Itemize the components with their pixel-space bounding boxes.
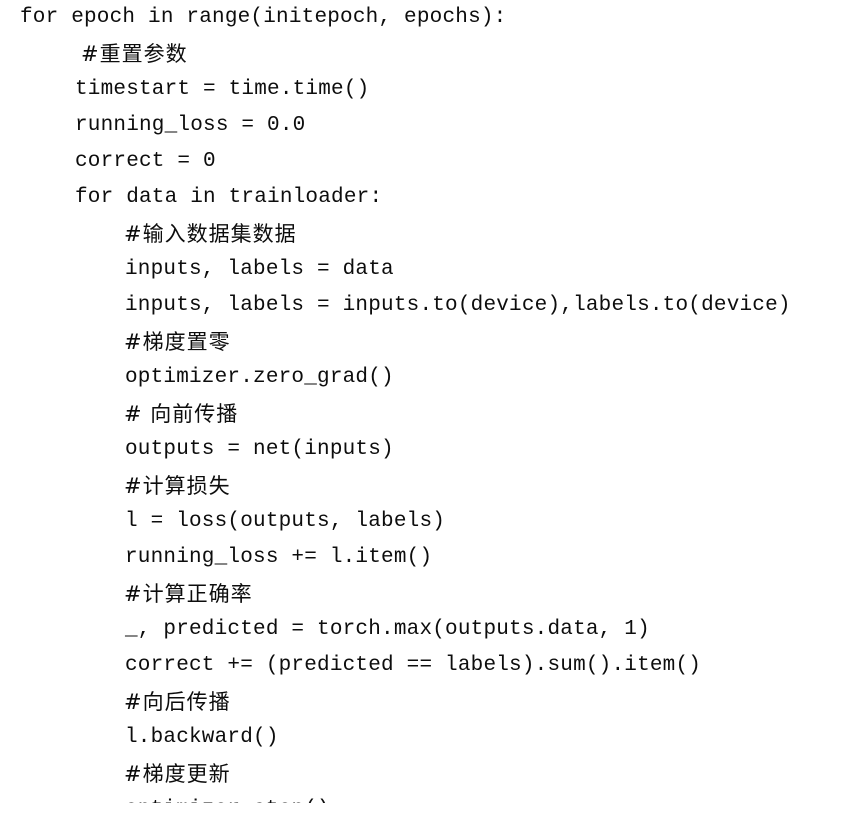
code-comment-line: #重置参数 <box>81 42 188 66</box>
code-comment-line: #向后传播 <box>124 690 231 714</box>
code-line: running_loss = 0.0 <box>75 114 306 137</box>
code-block: for epoch in range(initepoch, epochs): #重… <box>0 0 854 803</box>
code-comment-line: #计算正确率 <box>124 582 253 606</box>
code-comment-line: #梯度更新 <box>124 762 231 786</box>
code-comment-line: #梯度置零 <box>124 330 231 354</box>
code-line: inputs, labels = data <box>125 258 394 281</box>
code-line: optimizer.zero_grad() <box>125 366 394 389</box>
code-line: timestart = time.time() <box>75 78 370 101</box>
code-line: running_loss += l.item() <box>125 546 433 569</box>
code-comment-line: # 向前传播 <box>124 402 239 426</box>
code-line: for epoch in range(initepoch, epochs): <box>20 6 507 29</box>
code-line: l.backward() <box>125 726 279 749</box>
code-snippet-figure: for epoch in range(initepoch, epochs): #重… <box>0 0 854 817</box>
code-line: outputs = net(inputs) <box>125 438 394 461</box>
code-line: inputs, labels = inputs.to(device),label… <box>125 294 791 317</box>
code-line: _, predicted = torch.max(outputs.data, 1… <box>125 618 650 641</box>
code-comment-line: #输入数据集数据 <box>124 222 297 246</box>
code-line: l = loss(outputs, labels) <box>125 510 446 533</box>
code-line: correct = 0 <box>75 150 216 173</box>
code-line: for data in trainloader: <box>75 186 383 209</box>
code-line: correct += (predicted == labels).sum().i… <box>125 654 702 677</box>
code-line: optimizer.step() <box>0 792 854 803</box>
code-comment-line: #计算损失 <box>124 474 231 498</box>
